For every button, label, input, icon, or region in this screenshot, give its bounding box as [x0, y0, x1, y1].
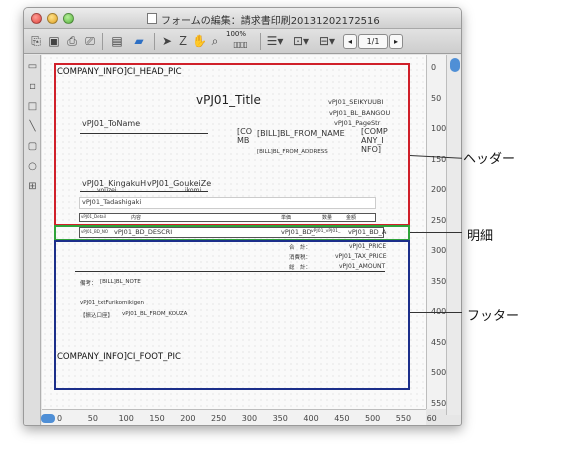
align-menu-icon[interactable]: ☰▾: [265, 33, 285, 50]
horizontal-ruler-tick: 500: [365, 414, 381, 423]
footer-leader-line: [410, 312, 462, 313]
vertical-scrollbar[interactable]: [446, 55, 461, 415]
horizontal-ruler-tick: 350: [272, 414, 288, 423]
detail-section-frame: [54, 225, 410, 241]
horizontal-ruler-tick: 60: [426, 414, 437, 423]
vertical-ruler-tick: 0: [431, 63, 437, 72]
distribute-menu-icon[interactable]: ⊡▾: [290, 33, 312, 50]
horizontal-ruler: 0 50 100 150 200 250 300 350 400 450 500 550 60: [42, 409, 437, 425]
tool-palette: ▭ ▫ □ ╲ ▢ ○ ⊞: [24, 55, 41, 425]
horizontal-ruler-tick: 550: [395, 414, 412, 423]
toolbar-separator: [154, 33, 155, 50]
zoom-levels-icon[interactable]: ▯▯▯▯: [225, 39, 255, 50]
screenshot-stage: フォームの編集：請求書印刷20131202172516 ⎘ ▣ ⎙ ⎚ ▤ ▰ …: [0, 0, 567, 454]
vertical-ruler-tick: 300: [431, 246, 447, 255]
toolbar-separator: [102, 33, 103, 50]
vertical-ruler-tick: 200: [431, 185, 447, 194]
vertical-ruler-tick: 350: [431, 276, 447, 286]
close-window-button[interactable]: [31, 13, 42, 24]
footer-section-frame: [54, 240, 410, 390]
horizontal-ruler-tick: 100: [118, 414, 134, 423]
horizontal-ruler-tick: 450: [334, 414, 350, 423]
palette-label-tool-icon[interactable]: ▭: [27, 61, 38, 72]
palette-rect-tool-icon[interactable]: □: [27, 101, 38, 112]
detail-annotation: 明細: [467, 229, 494, 244]
vertical-ruler-tick: 50: [431, 93, 442, 103]
horizontal-scroll-thumb[interactable]: [41, 414, 55, 423]
horizontal-ruler-tick: 400: [303, 414, 319, 423]
horizontal-ruler-tick: 50: [87, 414, 98, 423]
window-title: フォームの編集：請求書印刷20131202172516: [161, 16, 380, 27]
toolbar: ⎘ ▣ ⎙ ⎚ ▤ ▰ ➤ Ｚ ✋ ⌕ 100% ▯▯▯▯ ☰▾ ⊡▾ ⊟▾ ◂…: [24, 29, 461, 54]
title-bar: フォームの編集：請求書印刷20131202172516: [24, 8, 461, 29]
palette-grid-tool-icon[interactable]: ⊞: [27, 181, 38, 192]
detail-leader-line: [410, 232, 462, 233]
document-icon: [147, 13, 157, 24]
zoom-window-button[interactable]: [63, 13, 74, 24]
horizontal-ruler-tick: 0: [57, 414, 63, 423]
page-indicator: 1/1: [358, 34, 388, 49]
footer-annotation: フッター: [467, 309, 520, 324]
zoom-label: 100%: [226, 30, 247, 38]
previous-page-button[interactable]: ◂: [343, 34, 357, 49]
save-icon[interactable]: ▣: [46, 33, 62, 50]
window-view-icon[interactable]: ▤: [108, 33, 126, 50]
arrange-menu-icon[interactable]: ⊟▾: [316, 33, 338, 50]
palette-box-tool-icon[interactable]: ▢: [27, 141, 38, 152]
palette-line-tool-icon[interactable]: ╲: [27, 121, 38, 132]
minimize-window-button[interactable]: [47, 13, 58, 24]
folder-icon[interactable]: ▰: [130, 33, 148, 50]
next-page-button[interactable]: ▸: [389, 34, 403, 49]
header-annotation: ヘッダー: [463, 152, 516, 167]
horizontal-ruler-tick: 150: [149, 414, 165, 423]
header-section-frame: [54, 63, 410, 226]
horizontal-ruler-tick: 300: [241, 414, 258, 423]
pointer-tool-icon[interactable]: ➤: [160, 33, 174, 50]
palette-field-tool-icon[interactable]: ▫: [27, 81, 38, 92]
text-tool-icon[interactable]: Ｚ: [176, 33, 190, 50]
magnify-tool-icon[interactable]: ⌕: [208, 33, 222, 50]
hand-tool-icon[interactable]: ✋: [192, 33, 207, 50]
horizontal-ruler-tick: 250: [211, 414, 227, 423]
horizontal-ruler-tick: 200: [180, 414, 196, 423]
vertical-ruler-tick: 500: [431, 368, 447, 377]
vertical-ruler-tick: 250: [431, 215, 447, 225]
open-icon[interactable]: ⎘: [28, 33, 44, 50]
preview-icon[interactable]: ⎙: [64, 33, 80, 50]
palette-oval-tool-icon[interactable]: ○: [27, 161, 38, 172]
toolbar-separator: [260, 33, 261, 50]
vertical-ruler-tick: 100: [431, 124, 447, 133]
vertical-scroll-thumb[interactable]: [450, 58, 460, 72]
vertical-ruler-tick: 450: [431, 337, 447, 347]
print-icon[interactable]: ⎚: [82, 33, 98, 50]
vertical-ruler-tick: 550: [431, 398, 447, 408]
